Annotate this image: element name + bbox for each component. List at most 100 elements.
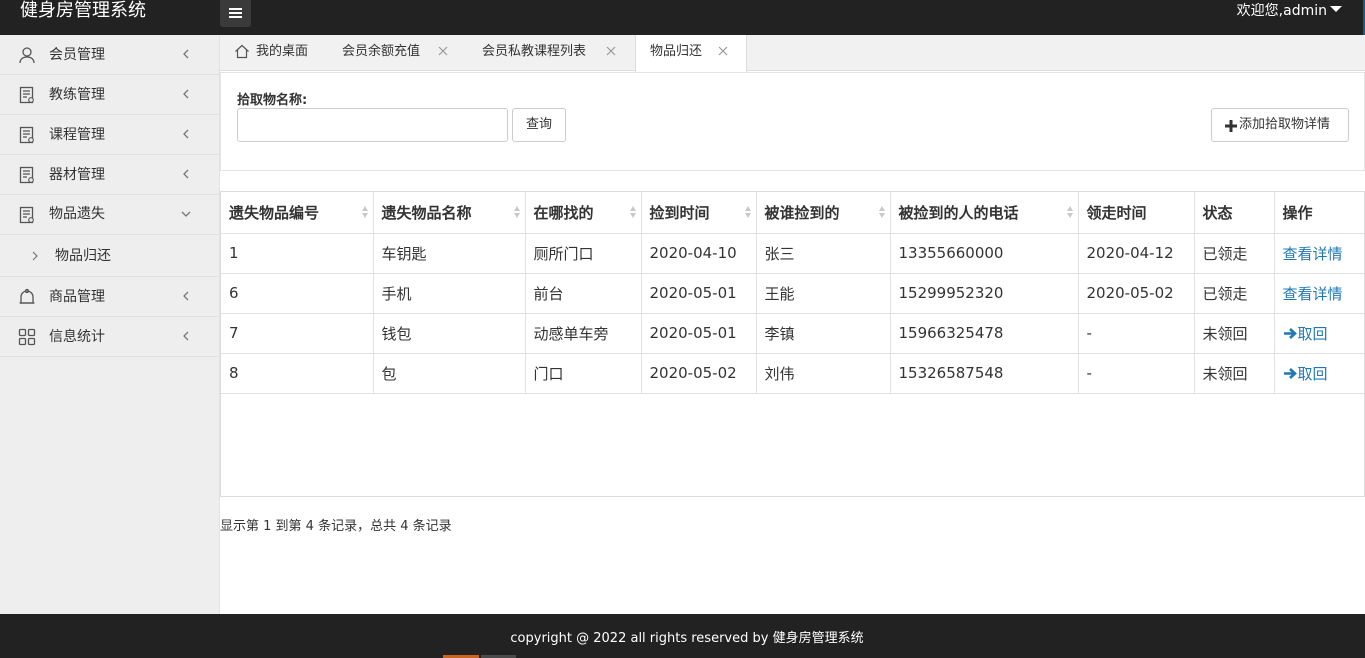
chevron-left-icon	[183, 89, 189, 99]
tab-member-recharge[interactable]: 会员余额充值	[342, 35, 462, 71]
column-header[interactable]: 捡到时间	[641, 192, 757, 234]
grid-icon	[18, 328, 36, 346]
cell-status: 已领走	[1194, 273, 1275, 314]
sidebar-item-course[interactable]: 课程管理	[0, 115, 219, 155]
cell-phone: 15299952320	[890, 273, 1079, 314]
goods-icon	[19, 288, 35, 304]
close-icon[interactable]	[718, 46, 728, 56]
sidebar: 会员管理 教练管理 课程管理 器材管理 物品遗失 物品归还 商品管理 信息统计	[0, 35, 220, 614]
chevron-down-icon	[181, 211, 191, 217]
cell-phone: 15966325478	[890, 313, 1079, 354]
add-lost-item-button[interactable]: 添加拾取物详情	[1211, 108, 1349, 142]
column-header[interactable]: 遗失物品名称	[373, 192, 526, 234]
view-details-link[interactable]: 查看详情	[1283, 245, 1343, 263]
cell-status: 未领回	[1194, 313, 1275, 354]
pagination-summary: 显示第 1 到第 4 条记录，总共 4 条记录	[220, 519, 452, 534]
column-header[interactable]: 遗失物品编号	[221, 192, 374, 234]
sidebar-subitem-label: 物品归还	[55, 248, 111, 264]
cell-name: 车钥匙	[373, 233, 526, 274]
cell-finder: 刘伟	[756, 353, 891, 394]
cell-place: 厕所门口	[525, 233, 642, 274]
sort-icon	[878, 206, 885, 218]
cell-found-time: 2020-05-01	[641, 273, 757, 314]
column-header[interactable]: 被捡到的人的电话	[890, 192, 1079, 234]
tab-member-course-list[interactable]: 会员私教课程列表	[482, 35, 627, 71]
cell-taken-time: -	[1078, 353, 1195, 394]
cell-finder: 张三	[756, 233, 891, 274]
sidebar-item-label: 器材管理	[49, 167, 105, 183]
view-details-link[interactable]: 查看详情	[1283, 285, 1343, 303]
plus-icon	[1225, 120, 1237, 132]
cell-name: 钱包	[373, 313, 526, 354]
table-row: 8 包 门口 2020-05-02 刘伟 15326587548 - 未领回 取…	[221, 353, 1365, 394]
cell-place: 门口	[525, 353, 642, 394]
cell-taken-time: 2020-05-02	[1078, 273, 1195, 314]
lost-items-table: 遗失物品编号 遗失物品名称 在哪找的 捡到时间 被谁捡到的 被捡到的人的电话 领…	[220, 191, 1365, 497]
column-header[interactable]: 操作	[1274, 192, 1365, 234]
sidebar-subitem-item-return[interactable]: 物品归还	[0, 235, 219, 277]
caret-down-icon[interactable]	[1330, 6, 1342, 12]
sidebar-item-label: 物品遗失	[49, 206, 105, 222]
cell-phone: 13355660000	[890, 233, 1079, 274]
retrieve-link[interactable]: 取回	[1283, 325, 1328, 343]
arrow-right-icon	[1283, 327, 1297, 339]
column-header[interactable]: 在哪找的	[525, 192, 642, 234]
column-header[interactable]: 领走时间	[1078, 192, 1195, 234]
tab-label: 物品归还	[650, 44, 703, 59]
cell-id: 8	[221, 353, 374, 394]
cell-id: 7	[221, 313, 374, 354]
app-title: 健身房管理系统	[20, 0, 146, 21]
footer: copyright @ 2022 all rights reserved by …	[0, 614, 1365, 658]
sidebar-item-equipment[interactable]: 器材管理	[0, 155, 219, 195]
search-label: 拾取物名称:	[237, 93, 308, 108]
user-welcome[interactable]: 欢迎您,admin	[1237, 1, 1327, 21]
chevron-left-icon	[183, 49, 189, 59]
cell-status: 已领走	[1194, 233, 1275, 274]
cell-id: 1	[221, 233, 374, 274]
cell-phone: 15326587548	[890, 353, 1079, 394]
retrieve-link[interactable]: 取回	[1283, 365, 1328, 383]
tab-label: 会员余额充值	[342, 44, 421, 59]
home-icon	[235, 44, 249, 59]
cell-taken-time: 2020-04-12	[1078, 233, 1195, 274]
chevron-left-icon	[183, 169, 189, 179]
column-header[interactable]: 被谁捡到的	[756, 192, 891, 234]
menu-toggle-button[interactable]	[220, 0, 251, 27]
add-button-label: 添加拾取物详情	[1239, 117, 1331, 132]
sidebar-item-label: 信息统计	[49, 329, 105, 345]
column-header[interactable]: 状态	[1194, 192, 1275, 234]
cell-place: 前台	[525, 273, 642, 314]
search-input[interactable]	[237, 108, 508, 142]
sort-icon	[629, 206, 636, 218]
sidebar-item-lost-items[interactable]: 物品遗失	[0, 195, 219, 235]
cell-finder: 王能	[756, 273, 891, 314]
sort-icon	[744, 206, 751, 218]
copyright-text: copyright @ 2022 all rights reserved by …	[510, 631, 864, 646]
tab-item-return[interactable]: 物品归还	[635, 35, 747, 72]
arrow-right-icon	[1283, 367, 1297, 379]
sidebar-item-goods[interactable]: 商品管理	[0, 277, 219, 317]
close-icon[interactable]	[606, 46, 616, 56]
sidebar-item-member[interactable]: 会员管理	[0, 35, 219, 75]
cell-name: 手机	[373, 273, 526, 314]
cell-place: 动感单车旁	[525, 313, 642, 354]
tab-bar: 我的桌面 会员余额充值 会员私教课程列表 物品归还	[220, 35, 1365, 72]
chevron-left-icon	[183, 129, 189, 139]
document-icon	[19, 206, 34, 224]
tab-label: 我的桌面	[256, 44, 309, 59]
sidebar-item-statistics[interactable]: 信息统计	[0, 317, 219, 357]
sidebar-item-label: 课程管理	[49, 127, 105, 143]
cell-taken-time: -	[1078, 313, 1195, 354]
close-icon[interactable]	[438, 46, 448, 56]
table-row: 7 钱包 动感单车旁 2020-05-01 李镇 15966325478 - 未…	[221, 313, 1365, 354]
query-button[interactable]: 查询	[512, 108, 566, 142]
tab-desktop[interactable]: 我的桌面	[234, 35, 334, 71]
sidebar-item-label: 会员管理	[49, 47, 105, 63]
chevron-left-icon	[183, 291, 189, 301]
table-row: 6 手机 前台 2020-05-01 王能 15299952320 2020-0…	[221, 273, 1365, 314]
cell-name: 包	[373, 353, 526, 394]
document-icon	[19, 86, 34, 104]
sort-icon	[1066, 206, 1073, 218]
sidebar-item-coach[interactable]: 教练管理	[0, 75, 219, 115]
cell-found-time: 2020-05-02	[641, 353, 757, 394]
